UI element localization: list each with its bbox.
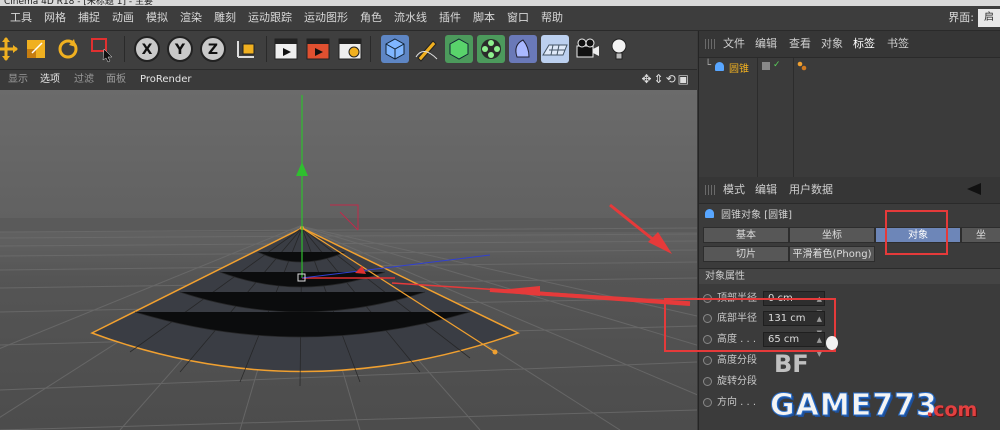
am-menu-mode[interactable]: 模式 (723, 177, 745, 203)
menu-item-mograph[interactable]: 运动图形 (298, 6, 354, 30)
floor-icon[interactable] (541, 35, 569, 63)
right-panel: 文件 编辑 查看 对象 标签 书签 └ 圆锥 ✓ 模式 编辑 用户数据 圆锥对象… (698, 31, 1000, 430)
om-menu-bookmarks[interactable]: 书签 (887, 31, 909, 57)
menu-item-simulate[interactable]: 模拟 (140, 6, 174, 30)
animation-radio[interactable] (703, 377, 712, 386)
cursor-icon (826, 336, 838, 350)
main-menu-bar: 工具 网格 捕捉 动画 模拟 渲染 雕刻 运动跟踪 运动图形 角色 流水线 插件 脚本 窗口 帮助 (0, 6, 1000, 31)
camera-icon[interactable] (573, 35, 601, 63)
layout-dropdown[interactable]: 启 (978, 9, 1000, 27)
menu-item-animate[interactable]: 动画 (106, 6, 140, 30)
prop-label: 高度分段 (717, 355, 757, 366)
tab-phong[interactable]: 平滑着色(Phong) (789, 246, 875, 262)
back-arrow-icon[interactable] (967, 183, 981, 195)
x-axis-label: X (142, 42, 153, 58)
panel-grip[interactable] (705, 39, 715, 49)
render-settings-icon[interactable] (336, 35, 364, 63)
toolbar-divider (370, 36, 371, 62)
toolbar-divider (124, 36, 125, 62)
y-axis-handle[interactable] (296, 162, 308, 176)
menu-item-plugins[interactable]: 插件 (433, 6, 467, 30)
cloner-icon[interactable] (477, 35, 505, 63)
menu-item-motion-tracker[interactable]: 运动跟踪 (242, 6, 298, 30)
prop-height-segments: 高度分段 (703, 351, 993, 371)
menu-item-snap[interactable]: 捕捉 (72, 6, 106, 30)
panel-grip[interactable] (705, 185, 715, 195)
tab-coord[interactable]: 坐标 (789, 227, 875, 243)
menu-item-tools[interactable]: 工具 (0, 6, 38, 30)
menu-item-help[interactable]: 帮助 (535, 6, 569, 30)
main-toolbar: X Y Z (0, 31, 697, 70)
object-title: 圆锥对象 [圆锥] (721, 210, 792, 221)
prop-label: 方向 . . . (717, 397, 757, 408)
coordinate-system-icon[interactable] (232, 35, 260, 63)
viewport-menu-display[interactable]: 显示 (8, 70, 28, 90)
viewport-menu-prorender[interactable]: ProRender (140, 70, 191, 90)
om-menu-object[interactable]: 对象 (821, 31, 843, 57)
am-menu-edit[interactable]: 编辑 (755, 177, 777, 203)
om-menu-edit[interactable]: 编辑 (755, 31, 777, 57)
om-menu-view[interactable]: 查看 (789, 31, 811, 57)
viewport-menu-options[interactable]: 选项 (40, 70, 60, 90)
tab-slice[interactable]: 切片 (703, 246, 789, 262)
am-menu-user-data[interactable]: 用户数据 (789, 177, 833, 203)
render-view-icon[interactable] (272, 35, 300, 63)
scale-icon[interactable] (22, 35, 50, 63)
z-axis-label: Z (208, 42, 218, 58)
light-icon[interactable] (605, 35, 633, 63)
tab-cap[interactable]: 坐 (961, 227, 1000, 243)
x-axis-lock-icon[interactable]: X (133, 35, 161, 63)
layout-label: 界面: (948, 11, 974, 24)
deformer-icon[interactable] (509, 35, 537, 63)
rotate-icon[interactable] (54, 35, 82, 63)
render-to-picture-viewer-icon[interactable] (304, 35, 332, 63)
prop-label: 旋转分段 (717, 376, 757, 387)
attribute-manager-menu: 模式 编辑 用户数据 (699, 177, 1000, 204)
viewport-scene (0, 95, 697, 430)
watermark-brand: GAME773 (770, 388, 938, 424)
menu-item-render[interactable]: 渲染 (174, 6, 208, 30)
visibility-check-icon[interactable]: ✓ (773, 60, 781, 70)
animation-radio[interactable] (703, 356, 712, 365)
z-axis-lock-icon[interactable]: Z (199, 35, 227, 63)
radius-handle[interactable] (492, 349, 498, 355)
live-select-icon[interactable] (88, 35, 116, 63)
watermark-tld: .com (926, 399, 978, 421)
om-menu-tags[interactable]: 标签 (853, 31, 875, 57)
toolbar-divider (266, 36, 267, 62)
menu-item-script[interactable]: 脚本 (467, 6, 501, 30)
hierarchy-line-icon: └ (705, 60, 712, 71)
layer-icon[interactable] (762, 62, 770, 70)
menu-item-window[interactable]: 窗口 (501, 6, 535, 30)
menu-item-character[interactable]: 角色 (354, 6, 388, 30)
highlight-object-tab (885, 210, 948, 255)
object-manager-menu: 文件 编辑 查看 对象 标签 书签 (699, 31, 1000, 58)
section-object-properties[interactable]: 对象属性 (699, 268, 1000, 284)
menu-item-pipeline[interactable]: 流水线 (388, 6, 433, 30)
tab-basic[interactable]: 基本 (703, 227, 789, 243)
viewport-menu-bar: 显示 选项 过滤 面板 ProRender ✥⇕⟲▣ (0, 70, 697, 90)
object-row-cone[interactable]: └ 圆锥 ✓ (699, 58, 1000, 78)
cube-icon[interactable] (381, 35, 409, 63)
viewport-navigation-icons[interactable]: ✥⇕⟲▣ (641, 72, 691, 86)
viewport-menu-panel[interactable]: 面板 (106, 70, 126, 90)
cone-object-icon (705, 209, 714, 218)
object-name[interactable]: 圆锥 (729, 60, 749, 75)
phong-tag-icon[interactable] (797, 61, 807, 71)
move-icon[interactable] (0, 35, 20, 63)
y-axis-label: Y (174, 42, 186, 58)
menu-item-mesh[interactable]: 网格 (38, 6, 72, 30)
cone-object-icon (715, 62, 724, 71)
highlight-radius-height (664, 298, 836, 352)
y-axis-lock-icon[interactable]: Y (166, 35, 194, 63)
viewport-menu-filter[interactable]: 过滤 (74, 70, 94, 90)
animation-radio[interactable] (703, 398, 712, 407)
3d-viewport[interactable] (0, 90, 697, 430)
subdivision-surface-icon[interactable] (445, 35, 473, 63)
menu-item-sculpt[interactable]: 雕刻 (208, 6, 242, 30)
om-menu-file[interactable]: 文件 (723, 31, 745, 57)
watermark-mark: BF (774, 350, 809, 378)
pen-icon[interactable] (413, 35, 441, 63)
